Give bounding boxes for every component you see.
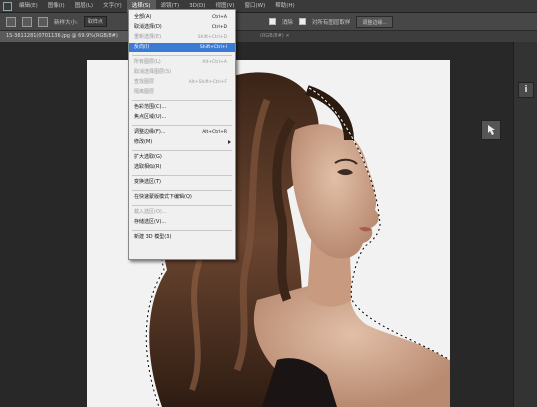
menu-separator: [132, 150, 232, 151]
sample-all-layers-checkbox[interactable]: [298, 18, 306, 25]
info-icon[interactable]: i: [518, 82, 534, 98]
select-menu-item[interactable]: 反向(I) Shift+Ctrl+I: [129, 43, 235, 52]
add-selection-icon[interactable]: [38, 16, 48, 27]
select-menu-item-shortcut: Ctrl+D: [211, 25, 227, 30]
select-menu-item-shortcut: Alt+Ctrl+A: [202, 60, 227, 65]
menu-separator: [132, 230, 232, 231]
select-menu-item[interactable]: 全部(A) Ctrl+A: [129, 13, 235, 22]
menu-separator: [132, 175, 232, 176]
select-menu-item[interactable]: 修改(M): [129, 138, 235, 147]
select-menu-item-label: 重新选择(E): [134, 34, 162, 40]
select-menu-item: 取消选择图层(S): [129, 68, 235, 77]
select-menu-item[interactable]: 取消选择(D) Ctrl+D: [129, 23, 235, 32]
app-logo-icon: [3, 1, 12, 11]
new-selection-icon[interactable]: [22, 16, 32, 27]
menu-bar: 编辑(E) 图像(I) 图层(L) 文字(Y) 选择(S) 滤镜(T) 3D(D…: [0, 0, 537, 13]
menu-separator: [132, 190, 232, 191]
select-menu-item-label: 查找图层: [134, 79, 155, 85]
select-menu-item-label: 取消选择图层(S): [134, 69, 172, 75]
select-menu-item-shortcut: Alt+Ctrl+R: [202, 130, 227, 135]
select-menu-item[interactable]: 色彩范围(C)...: [129, 103, 235, 112]
antialias-label: 消除: [281, 19, 293, 26]
select-menu-item-shortcut: Ctrl+A: [212, 15, 227, 20]
select-menu-item-label: 变换选区(T): [134, 179, 161, 185]
refine-edge-button[interactable]: 调整边缘...: [356, 15, 394, 28]
select-menu-item-label: 反向(I): [134, 44, 150, 50]
select-menu-item-label: 焦点区域(U)...: [134, 114, 167, 120]
select-menu-item-label: 所有图层(L): [134, 59, 161, 65]
sample-size-label: 新样大小:: [54, 19, 78, 26]
menu-help[interactable]: 帮助(H): [270, 0, 299, 13]
menu-type[interactable]: 文字(Y): [98, 0, 127, 13]
menu-image[interactable]: 图像(I): [43, 0, 70, 13]
select-menu-item: 重新选择(E) Shift+Ctrl+D: [129, 33, 235, 42]
menu-separator: [132, 125, 232, 126]
antialias-checkbox[interactable]: [268, 18, 276, 25]
select-menu-item-label: 在快速蒙版模式下编辑(Q): [134, 194, 192, 200]
pointer-hand-icon[interactable]: [481, 120, 501, 140]
select-menu-item[interactable]: 新建 3D 模型(3): [129, 233, 235, 242]
menu-edit[interactable]: 编辑(E): [14, 0, 43, 13]
menu-layer[interactable]: 图层(L): [70, 0, 98, 13]
select-menu-item-label: 取消选择(D): [134, 24, 162, 30]
select-menu-item-label: 调整边缘(F)...: [134, 129, 166, 135]
select-menu-item-shortcut: Shift+Ctrl+I: [199, 45, 227, 50]
select-menu-item[interactable]: 变换选区(T): [129, 178, 235, 187]
select-menu-item-label: 载入选区(O)...: [134, 209, 167, 215]
select-menu-item[interactable]: 存储选区(V)...: [129, 218, 235, 227]
tool-preset-icon[interactable]: [6, 16, 16, 27]
submenu-arrow-icon: [228, 140, 231, 144]
select-menu-item[interactable]: 扩大选取(G): [129, 153, 235, 162]
select-menu-item-shortcut: Alt+Shift+Ctrl+F: [188, 80, 227, 85]
select-menu-item-label: 全部(A): [134, 14, 152, 20]
select-menu-item-label: 扩大选取(G): [134, 154, 162, 160]
document-tabs: 1S-3611281(0701136.jpg @ 69.9%(RGB/8#) (…: [0, 31, 537, 42]
select-menu-item[interactable]: 调整边缘(F)... Alt+Ctrl+R: [129, 128, 235, 137]
canvas-area[interactable]: [0, 42, 513, 407]
select-menu-item-label: 隔离图层: [134, 89, 155, 95]
select-menu-item-label: 色彩范围(C)...: [134, 104, 167, 110]
sample-all-layers-label: 对所有图层取样: [311, 19, 351, 26]
menu-separator: [132, 55, 232, 56]
menu-separator: [132, 100, 232, 101]
sample-size-select[interactable]: 取样点: [83, 16, 107, 27]
select-menu-item-label: 选取相似(R): [134, 164, 162, 170]
menu-separator: [132, 205, 232, 206]
select-menu-item[interactable]: 焦点区域(U)...: [129, 113, 235, 122]
select-menu-item: 所有图层(L) Alt+Ctrl+A: [129, 58, 235, 67]
document-tab[interactable]: 1S-3611281(0701136.jpg @ 69.9%(RGB/8#): [0, 31, 128, 42]
select-menu-item-shortcut: Shift+Ctrl+D: [197, 35, 227, 40]
select-menu-item-label: 修改(M): [134, 139, 153, 145]
options-bar: 新样大小: 取样点 消除 对所有图层取样 调整边缘...: [0, 13, 537, 31]
right-panel-strip: i: [513, 42, 537, 407]
select-menu-item: 隔离图层: [129, 88, 235, 97]
select-menu-dropdown: 全部(A) Ctrl+A 取消选择(D) Ctrl+D 重新选择(E) Shift+Ctr…: [128, 9, 236, 260]
select-menu-item: 查找图层 Alt+Shift+Ctrl+F: [129, 78, 235, 87]
menu-window[interactable]: 窗口(W): [240, 0, 271, 13]
select-menu-item-label: 存储选区(V)...: [134, 219, 167, 225]
select-menu-item: 载入选区(O)...: [129, 208, 235, 217]
select-menu-item[interactable]: 在快速蒙版模式下编辑(Q): [129, 193, 235, 202]
select-menu-item-label: 新建 3D 模型(3): [134, 234, 172, 240]
select-menu-item[interactable]: 选取相似(R): [129, 163, 235, 172]
